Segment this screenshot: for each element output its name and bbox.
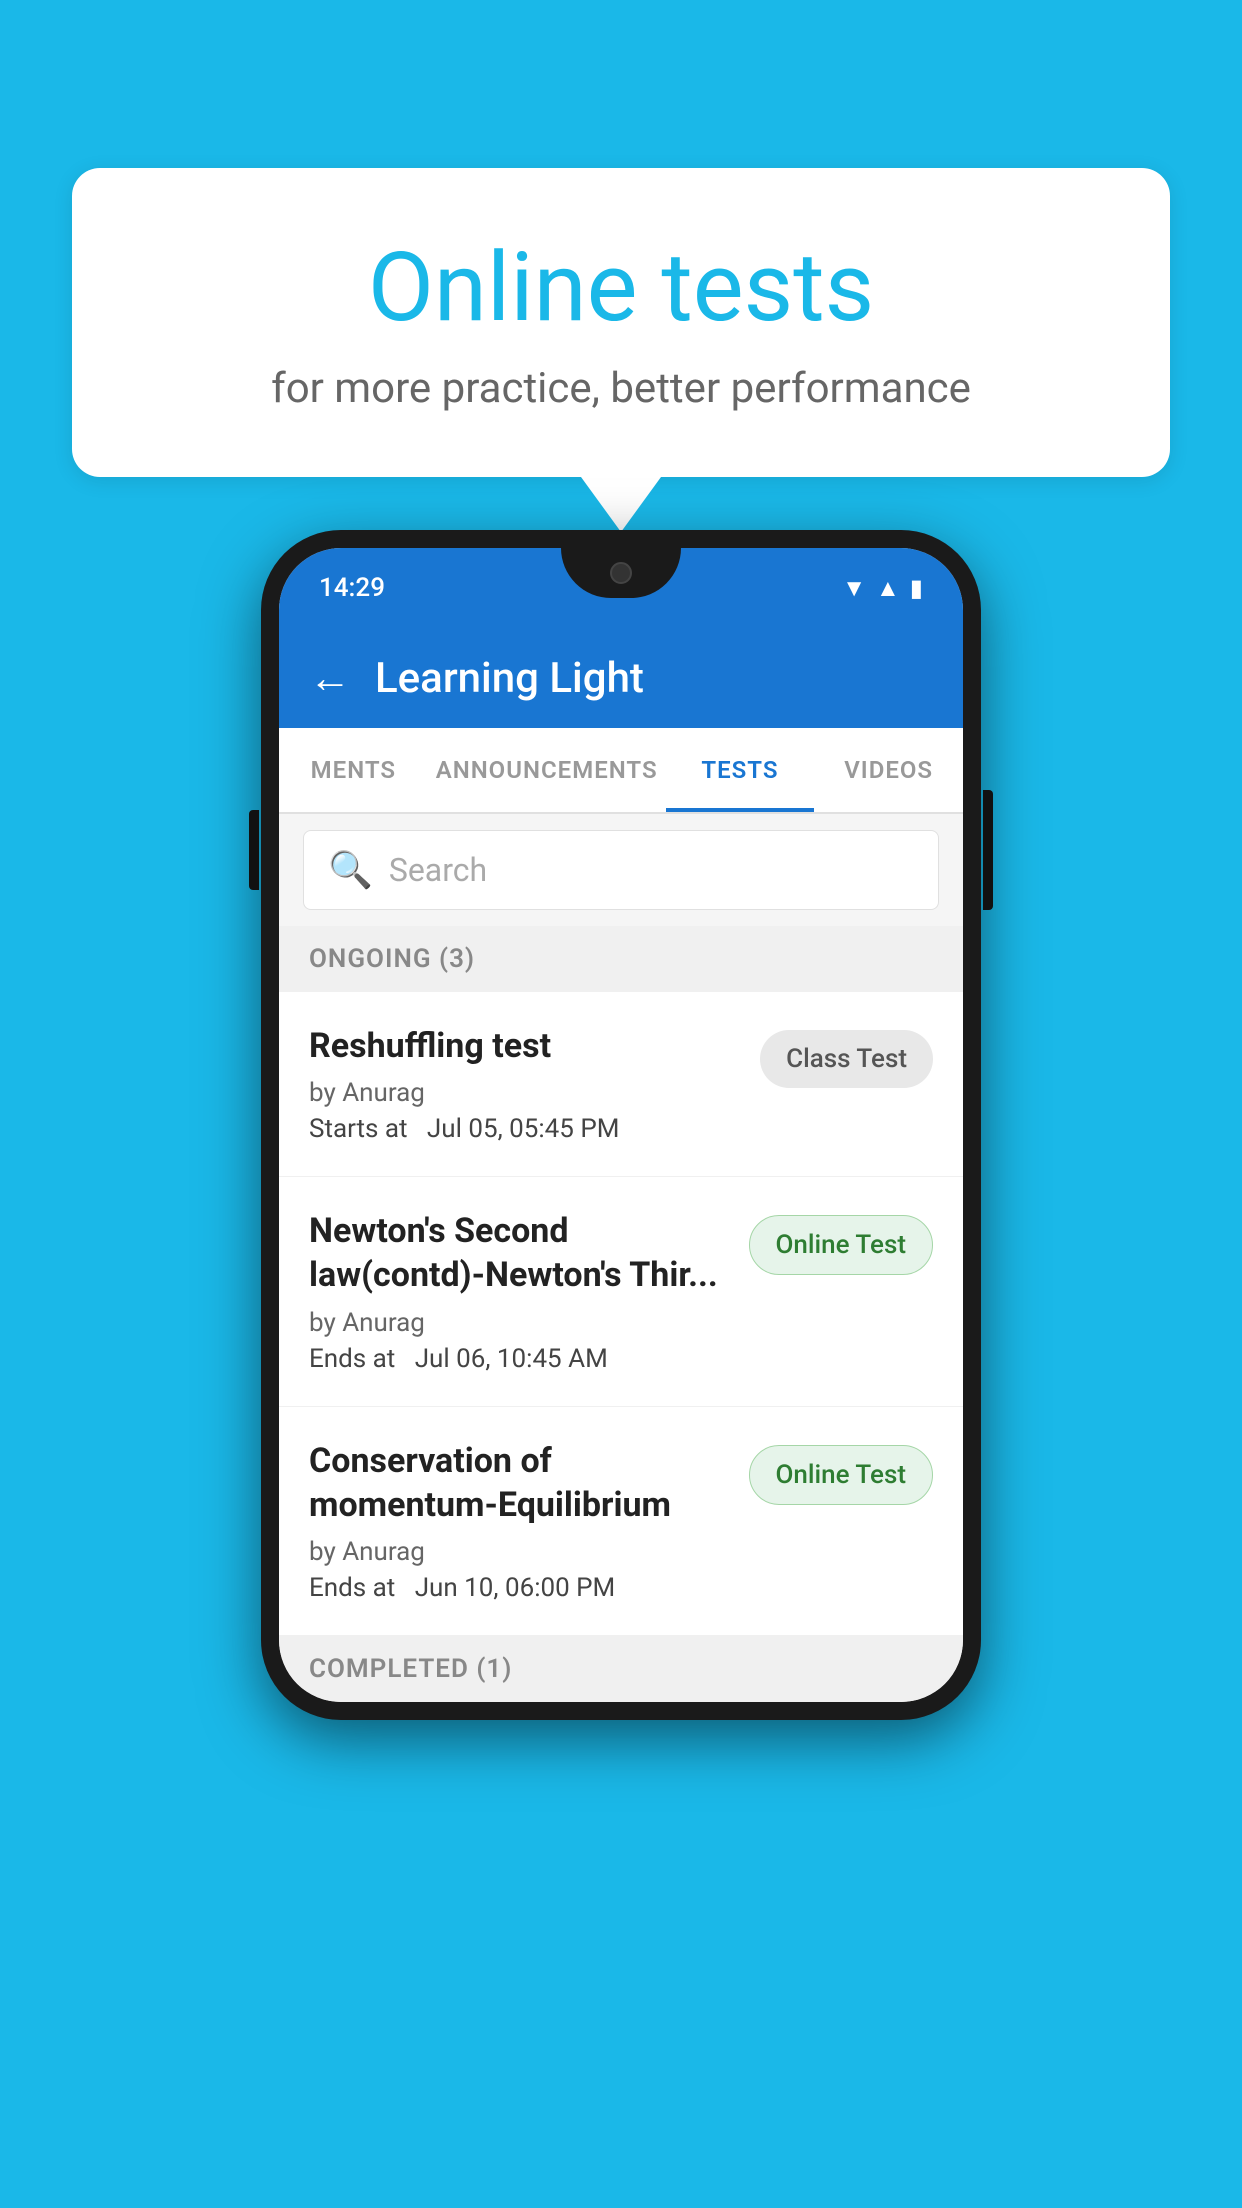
signal-icon: ▲	[876, 574, 900, 603]
test-item-info: Conservation of momentum-Equilibrium by …	[309, 1439, 729, 1603]
test-item-info: Reshuffling test by Anurag Starts at Jul…	[309, 1024, 740, 1144]
date-value: Jul 06, 10:45 AM	[415, 1344, 608, 1374]
speech-bubble-box: Online tests for more practice, better p…	[72, 168, 1170, 477]
tab-announcements[interactable]: ANNOUNCEMENTS	[428, 728, 666, 812]
status-icons: ▼ ▲ ▮	[842, 574, 923, 603]
test-item-author: by Anurag	[309, 1078, 740, 1108]
test-item-title: Conservation of momentum-Equilibrium	[309, 1439, 729, 1527]
test-item-title: Reshuffling test	[309, 1024, 740, 1068]
date-label: Starts at	[309, 1114, 408, 1144]
completed-section-header: COMPLETED (1)	[279, 1636, 963, 1702]
app-bar: ← Learning Light	[279, 628, 963, 728]
ongoing-section-header: ONGOING (3)	[279, 926, 963, 992]
tab-videos[interactable]: VIDEOS	[814, 728, 963, 812]
test-item-title: Newton's Second law(contd)-Newton's Thir…	[309, 1209, 729, 1297]
test-item[interactable]: Reshuffling test by Anurag Starts at Jul…	[279, 992, 963, 1177]
app-bar-title: Learning Light	[375, 654, 644, 703]
date-label: Ends at	[309, 1573, 395, 1603]
badge-class-test: Class Test	[760, 1030, 933, 1088]
test-item-info: Newton's Second law(contd)-Newton's Thir…	[309, 1209, 729, 1373]
test-item-date: Starts at Jul 05, 05:45 PM	[309, 1114, 740, 1144]
tab-tests[interactable]: TESTS	[666, 728, 815, 812]
date-label: Ends at	[309, 1344, 395, 1374]
phone-mockup: 14:29 ▼ ▲ ▮ ← Learning Light MENTS	[261, 530, 981, 1720]
test-item[interactable]: Newton's Second law(contd)-Newton's Thir…	[279, 1177, 963, 1406]
status-time: 14:29	[319, 573, 385, 603]
promo-speech-bubble: Online tests for more practice, better p…	[72, 168, 1170, 532]
test-item-date: Ends at Jun 10, 06:00 PM	[309, 1573, 729, 1603]
search-placeholder: Search	[389, 851, 487, 889]
camera-dot	[610, 562, 632, 584]
phone-outer-frame: 14:29 ▼ ▲ ▮ ← Learning Light MENTS	[261, 530, 981, 1720]
test-item-author: by Anurag	[309, 1537, 729, 1567]
tabs-bar: MENTS ANNOUNCEMENTS TESTS VIDEOS	[279, 728, 963, 814]
battery-icon: ▮	[910, 574, 923, 602]
status-bar: 14:29 ▼ ▲ ▮	[279, 548, 963, 628]
search-input-box[interactable]: 🔍 Search	[303, 830, 939, 910]
test-item-author: by Anurag	[309, 1308, 729, 1338]
tab-ments[interactable]: MENTS	[279, 728, 428, 812]
date-value: Jul 05, 05:45 PM	[427, 1114, 620, 1144]
phone-screen: 14:29 ▼ ▲ ▮ ← Learning Light MENTS	[279, 548, 963, 1702]
search-container: 🔍 Search	[279, 814, 963, 926]
speech-bubble-arrow	[581, 477, 661, 532]
badge-online-test-2: Online Test	[749, 1445, 934, 1505]
search-icon: 🔍	[328, 849, 373, 891]
back-button[interactable]: ←	[309, 654, 351, 703]
bubble-subtitle: for more practice, better performance	[152, 364, 1090, 413]
date-value: Jun 10, 06:00 PM	[415, 1573, 616, 1603]
badge-online-test: Online Test	[749, 1215, 934, 1275]
test-item-date: Ends at Jul 06, 10:45 AM	[309, 1344, 729, 1374]
wifi-icon: ▼	[842, 574, 866, 603]
test-item[interactable]: Conservation of momentum-Equilibrium by …	[279, 1407, 963, 1636]
bubble-title: Online tests	[152, 232, 1090, 344]
phone-notch	[561, 548, 681, 598]
